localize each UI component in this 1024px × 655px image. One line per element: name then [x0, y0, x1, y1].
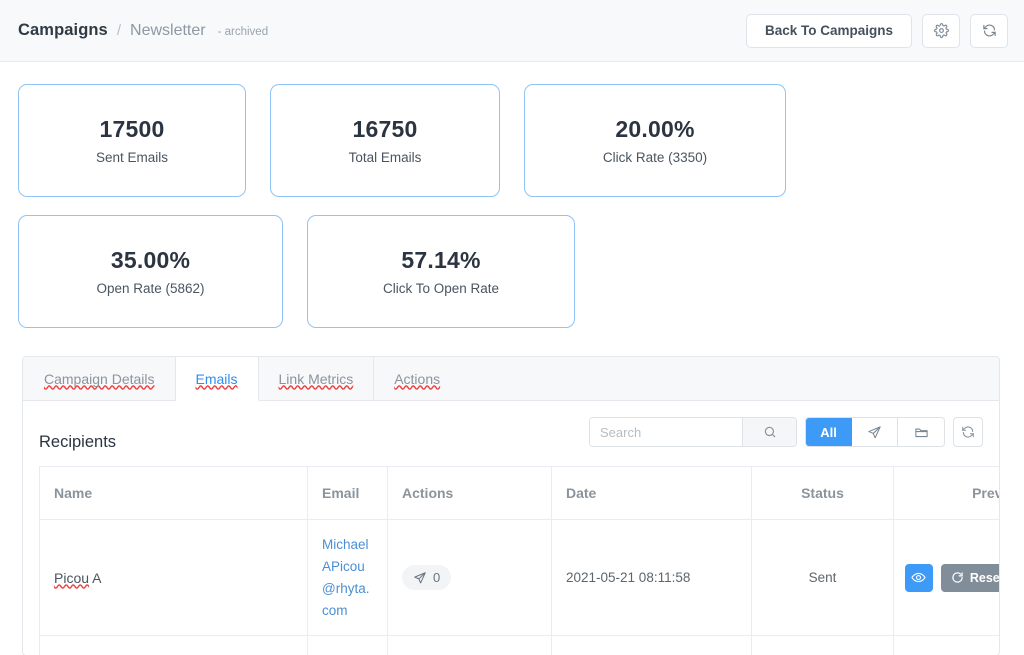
breadcrumb-separator: /	[116, 22, 122, 39]
stat-value: 16750	[352, 116, 418, 142]
search-submit-button[interactable]	[742, 418, 796, 446]
header-actions: Back To Campaigns	[745, 13, 1008, 48]
stat-card-click-to-open-rate: 57.14% Click To Open Rate	[307, 215, 575, 328]
cell-status: Sent	[751, 518, 894, 637]
recipient-email-link[interactable]: MichaelAPicou@rhyta.com	[322, 537, 369, 618]
stat-card-open-rate: 35.00% Open Rate (5862)	[18, 215, 283, 328]
resend-button-label: Resend	[969, 570, 1000, 585]
recipient-name-initial: A	[89, 569, 102, 586]
tab-emails[interactable]: Emails	[175, 357, 259, 401]
cell-preview	[893, 635, 999, 655]
stat-label: Open Rate (5862)	[96, 281, 205, 296]
tab-label: Actions	[394, 370, 441, 387]
eye-icon	[911, 570, 927, 585]
stat-value: 20.00%	[615, 116, 695, 142]
table-body: Picou A MichaelAPicou@rhyta.com 0 2021-0…	[39, 518, 1000, 655]
tab-label: Campaign Details	[44, 370, 155, 387]
recipients-header: Recipients All	[39, 417, 983, 452]
stats-row-1: 17500 Sent Emails 16750 Total Emails 20.…	[18, 84, 1006, 197]
recipients-table-wrapper: Name Email Actions Date Status Preview P…	[39, 466, 1000, 655]
filter-sent-button[interactable]	[852, 418, 898, 446]
filter-all-button[interactable]: All	[806, 418, 852, 446]
folder-icon	[914, 425, 929, 440]
status-label: Sent	[808, 570, 837, 586]
column-header-actions[interactable]: Actions	[387, 466, 552, 520]
recipients-table: Name Email Actions Date Status Preview P…	[39, 466, 1000, 655]
paper-plane-icon	[867, 425, 882, 440]
recipients-refresh-button[interactable]	[953, 417, 983, 447]
breadcrumb-root[interactable]: Campaigns	[18, 21, 108, 40]
tab-strip: Campaign Details Emails Link Metrics Act…	[23, 357, 999, 401]
stat-value: 35.00%	[110, 247, 191, 273]
panel-body: Recipients All	[23, 401, 999, 655]
recipients-toolbar: All	[589, 417, 983, 447]
table-row[interactable]: Picou A MichaelAPicou@rhyta.com 0 2021-0…	[39, 518, 1000, 637]
breadcrumb: Campaigns / Newsletter - archived	[18, 21, 268, 40]
panel-container: Campaign Details Emails Link Metrics Act…	[0, 346, 1024, 655]
preview-actions: Resend	[904, 563, 1000, 592]
stat-label: Click Rate (3350)	[602, 150, 708, 165]
table-header-row: Name Email Actions Date Status Preview	[39, 466, 999, 520]
sent-date: 2021-05-21 08:11:58	[566, 570, 691, 586]
tab-label: Link Metrics	[278, 370, 354, 387]
table-row[interactable]: RosaAGarcia@ar	[39, 635, 999, 655]
paper-plane-icon	[413, 571, 427, 585]
cell-status	[751, 635, 894, 655]
refresh-icon	[982, 23, 997, 38]
cell-date: 2021-05-21 08:11:58	[551, 518, 752, 637]
action-count-badge[interactable]: 0	[402, 565, 452, 591]
column-header-name[interactable]: Name	[39, 466, 308, 520]
search-group	[589, 417, 797, 447]
resend-button[interactable]: Resend	[940, 563, 1000, 592]
filter-folder-button[interactable]	[898, 418, 944, 446]
column-header-email[interactable]: Email	[307, 466, 388, 520]
tab-label: Emails	[195, 370, 238, 387]
back-to-campaigns-button[interactable]: Back To Campaigns	[745, 13, 912, 48]
table-head: Name Email Actions Date Status Preview	[39, 466, 999, 520]
stat-card-click-rate: 20.00% Click Rate (3350)	[524, 84, 786, 197]
recipient-name-surname: Picou	[54, 569, 90, 586]
cell-date	[551, 635, 752, 655]
recipient-name: Picou A	[54, 570, 102, 586]
column-header-date[interactable]: Date	[551, 466, 752, 520]
gear-icon	[933, 23, 949, 38]
stat-card-sent-emails: 17500 Sent Emails	[18, 84, 246, 197]
tab-actions[interactable]: Actions	[374, 357, 460, 400]
stat-label: Click To Open Rate	[382, 281, 500, 296]
cell-name	[39, 635, 308, 655]
campaign-state-label: - archived	[217, 26, 269, 38]
filter-button-group: All	[805, 417, 945, 447]
cell-actions	[387, 635, 552, 655]
top-header-bar: Campaigns / Newsletter - archived Back T…	[0, 0, 1024, 62]
cell-name: Picou A	[39, 518, 308, 637]
campaign-detail-panel: Campaign Details Emails Link Metrics Act…	[22, 356, 1000, 655]
stat-card-total-emails: 16750 Total Emails	[270, 84, 500, 197]
magnifier-icon	[763, 425, 777, 439]
preview-view-button[interactable]	[904, 563, 933, 592]
column-header-status[interactable]: Status	[751, 466, 894, 520]
stat-label: Total Emails	[348, 150, 422, 165]
refresh-page-button[interactable]	[970, 13, 1008, 48]
cell-email: RosaAGarcia@ar	[307, 635, 388, 655]
column-header-preview[interactable]: Preview	[893, 466, 999, 520]
recipients-title: Recipients	[39, 433, 117, 451]
search-input[interactable]	[590, 418, 742, 446]
tab-link-metrics[interactable]: Link Metrics	[259, 357, 375, 400]
cell-actions: 0	[387, 518, 552, 637]
stat-value: 17500	[99, 116, 165, 142]
settings-button[interactable]	[922, 13, 960, 48]
refresh-icon	[951, 571, 964, 584]
stats-section: 17500 Sent Emails 16750 Total Emails 20.…	[0, 62, 1024, 328]
tab-campaign-details[interactable]: Campaign Details	[24, 357, 176, 400]
refresh-icon	[961, 425, 975, 439]
cell-preview: Resend	[893, 518, 1000, 637]
stats-row-2: 35.00% Open Rate (5862) 57.14% Click To …	[18, 215, 1006, 328]
stat-value: 57.14%	[401, 247, 481, 273]
action-count-value: 0	[433, 570, 441, 586]
cell-email: MichaelAPicou@rhyta.com	[307, 518, 388, 637]
breadcrumb-leaf: Newsletter	[130, 22, 206, 39]
stat-label: Sent Emails	[95, 150, 169, 165]
